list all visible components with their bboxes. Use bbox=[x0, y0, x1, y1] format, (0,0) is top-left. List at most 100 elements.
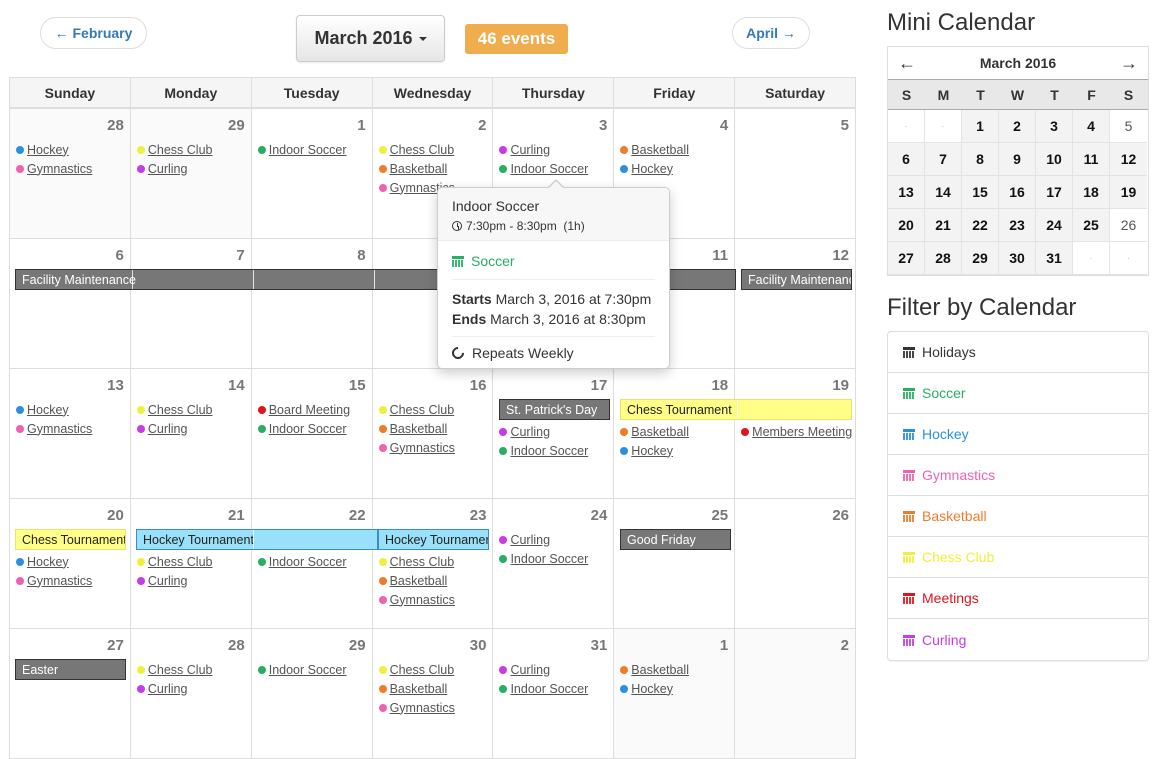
month-dropdown-button[interactable]: March 2016 bbox=[296, 15, 445, 62]
mini-day[interactable]: 10 bbox=[1036, 143, 1073, 176]
day-cell[interactable]: 12 bbox=[735, 239, 857, 368]
day-cell[interactable]: 5 bbox=[735, 109, 857, 238]
event-link[interactable]: Indoor Soccer bbox=[510, 682, 588, 696]
multi-day-event-bar[interactable]: Good Friday bbox=[620, 529, 731, 550]
day-cell[interactable]: 1 Basketball Hockey bbox=[614, 629, 736, 758]
mini-day[interactable]: 15 bbox=[962, 176, 999, 209]
event-link[interactable]: Hockey bbox=[27, 143, 69, 157]
mini-day[interactable]: 17 bbox=[1036, 176, 1073, 209]
event-link[interactable]: Members Meeting bbox=[752, 425, 852, 439]
mini-day[interactable]: 25 bbox=[1073, 209, 1110, 242]
mini-day[interactable]: 23 bbox=[999, 209, 1036, 242]
event-link[interactable]: Indoor Soccer bbox=[510, 444, 588, 458]
day-cell[interactable]: 28 Hockey Gymnastics bbox=[10, 109, 131, 238]
event-link[interactable]: Hockey bbox=[631, 162, 673, 176]
event-link[interactable]: Indoor Soccer bbox=[269, 143, 347, 157]
event-link[interactable]: Gymnastics bbox=[390, 701, 455, 715]
mini-day[interactable]: 18 bbox=[1073, 176, 1110, 209]
mini-day[interactable]: 31 bbox=[1036, 242, 1073, 275]
filter-item-meetings[interactable]: Meetings bbox=[888, 578, 1148, 619]
filter-item-gymnastics[interactable]: Gymnastics bbox=[888, 455, 1148, 496]
event-link[interactable]: Chess Club bbox=[148, 403, 213, 417]
event-link[interactable]: Basketball bbox=[631, 143, 689, 157]
event-link[interactable]: Curling bbox=[148, 682, 188, 696]
mini-day[interactable]: 1 bbox=[962, 110, 999, 143]
previous-month-button[interactable]: ← February bbox=[40, 17, 147, 49]
mini-day[interactable]: 26 bbox=[1110, 209, 1147, 242]
day-cell[interactable]: 15 Board Meeting Indoor Soccer bbox=[252, 369, 373, 498]
event-link[interactable]: Gymnastics bbox=[27, 422, 92, 436]
mini-next-arrow-icon[interactable]: → bbox=[1120, 53, 1138, 74]
mini-day[interactable]: 3 bbox=[1036, 110, 1073, 143]
day-cell[interactable]: 31 Curling Indoor Soccer bbox=[493, 629, 615, 758]
event-link[interactable]: Basketball bbox=[390, 574, 448, 588]
day-cell[interactable]: 28 Chess Club Curling bbox=[131, 629, 252, 758]
event-link[interactable]: Indoor Soccer bbox=[510, 552, 588, 566]
mini-day[interactable]: 21 bbox=[925, 209, 962, 242]
mini-day[interactable]: 4 bbox=[1073, 110, 1110, 143]
event-link[interactable]: Gymnastics bbox=[390, 593, 455, 607]
filter-item-chess-club[interactable]: Chess Club bbox=[888, 537, 1148, 578]
event-link[interactable]: Indoor Soccer bbox=[269, 663, 347, 677]
mini-day[interactable]: 14 bbox=[925, 176, 962, 209]
day-cell[interactable]: 25 bbox=[614, 499, 736, 628]
filter-item-curling[interactable]: Curling bbox=[888, 619, 1148, 660]
mini-day[interactable]: 7 bbox=[925, 143, 962, 176]
day-cell[interactable]: 2 bbox=[735, 629, 857, 758]
popover-calendar-link[interactable]: Soccer bbox=[452, 253, 655, 280]
mini-day[interactable]: 12 bbox=[1110, 143, 1147, 176]
event-link[interactable]: Curling bbox=[148, 162, 188, 176]
day-cell[interactable]: 8 bbox=[252, 239, 373, 368]
event-link[interactable]: Indoor Soccer bbox=[269, 422, 347, 436]
event-link[interactable]: Gymnastics bbox=[390, 441, 455, 455]
filter-item-basketball[interactable]: Basketball bbox=[888, 496, 1148, 537]
event-link[interactable]: Basketball bbox=[390, 682, 448, 696]
mini-day[interactable]: 27 bbox=[888, 242, 925, 275]
day-cell[interactable]: 22 Indoor Soccer bbox=[252, 499, 373, 628]
day-cell[interactable]: 24 Curling Indoor Soccer bbox=[493, 499, 615, 628]
next-month-button[interactable]: April → bbox=[732, 17, 810, 49]
event-link[interactable]: Chess Club bbox=[148, 143, 213, 157]
event-link[interactable]: Curling bbox=[510, 663, 550, 677]
event-link[interactable]: Basketball bbox=[390, 162, 448, 176]
multi-day-event-bar[interactable]: Chess Tournament bbox=[620, 399, 852, 420]
event-link[interactable]: Gymnastics bbox=[27, 162, 92, 176]
day-cell[interactable]: 26 bbox=[735, 499, 857, 628]
mini-day[interactable]: 6 bbox=[888, 143, 925, 176]
event-link[interactable]: Chess Club bbox=[148, 555, 213, 569]
filter-item-soccer[interactable]: Soccer bbox=[888, 373, 1148, 414]
multi-day-event-bar[interactable]: Easter bbox=[15, 659, 126, 680]
event-link[interactable]: Hockey bbox=[27, 555, 69, 569]
mini-day[interactable]: 13 bbox=[888, 176, 925, 209]
day-cell[interactable]: 30 Chess Club Basketball Gymnastics bbox=[373, 629, 494, 758]
day-cell[interactable]: 6 bbox=[10, 239, 131, 368]
day-cell[interactable]: 29 Chess Club Curling bbox=[130, 109, 252, 238]
multi-day-event-bar[interactable]: St. Patrick's Day bbox=[499, 399, 610, 420]
event-link[interactable]: Curling bbox=[148, 574, 188, 588]
mini-day[interactable]: 9 bbox=[999, 143, 1036, 176]
mini-day[interactable]: 28 bbox=[925, 242, 962, 275]
mini-day[interactable]: 19 bbox=[1110, 176, 1147, 209]
event-link[interactable]: Indoor Soccer bbox=[510, 162, 588, 176]
event-link[interactable]: Board Meeting bbox=[269, 403, 350, 417]
event-link[interactable]: Curling bbox=[510, 425, 550, 439]
event-link[interactable]: Hockey bbox=[631, 444, 673, 458]
multi-day-event-bar[interactable]: Hockey Tournament bbox=[378, 529, 489, 550]
mini-day[interactable]: 22 bbox=[962, 209, 999, 242]
event-link[interactable]: Chess Club bbox=[148, 663, 213, 677]
day-cell[interactable]: 19 Members Meeting bbox=[735, 369, 857, 498]
event-link[interactable]: Chess Club bbox=[390, 663, 455, 677]
day-cell[interactable]: 7 bbox=[131, 239, 252, 368]
event-link[interactable]: Indoor Soccer bbox=[269, 555, 347, 569]
multi-day-event-bar[interactable]: Hockey Tournament bbox=[136, 529, 378, 550]
day-cell[interactable]: 23 Chess Club Basketball Gymnastics bbox=[373, 499, 494, 628]
day-cell[interactable]: 14 Chess Club Curling bbox=[131, 369, 252, 498]
event-link[interactable]: Basketball bbox=[631, 663, 689, 677]
day-cell[interactable]: 21 Chess Club Curling bbox=[131, 499, 252, 628]
mini-day[interactable]: 24 bbox=[1036, 209, 1073, 242]
event-link[interactable]: Curling bbox=[510, 143, 550, 157]
event-link[interactable]: Chess Club bbox=[390, 555, 455, 569]
day-cell[interactable]: 13 Hockey Gymnastics bbox=[10, 369, 131, 498]
multi-day-event-bar[interactable]: Chess Tournament bbox=[15, 529, 126, 550]
day-cell[interactable]: 16 Chess Club Basketball Gymnastics bbox=[373, 369, 494, 498]
